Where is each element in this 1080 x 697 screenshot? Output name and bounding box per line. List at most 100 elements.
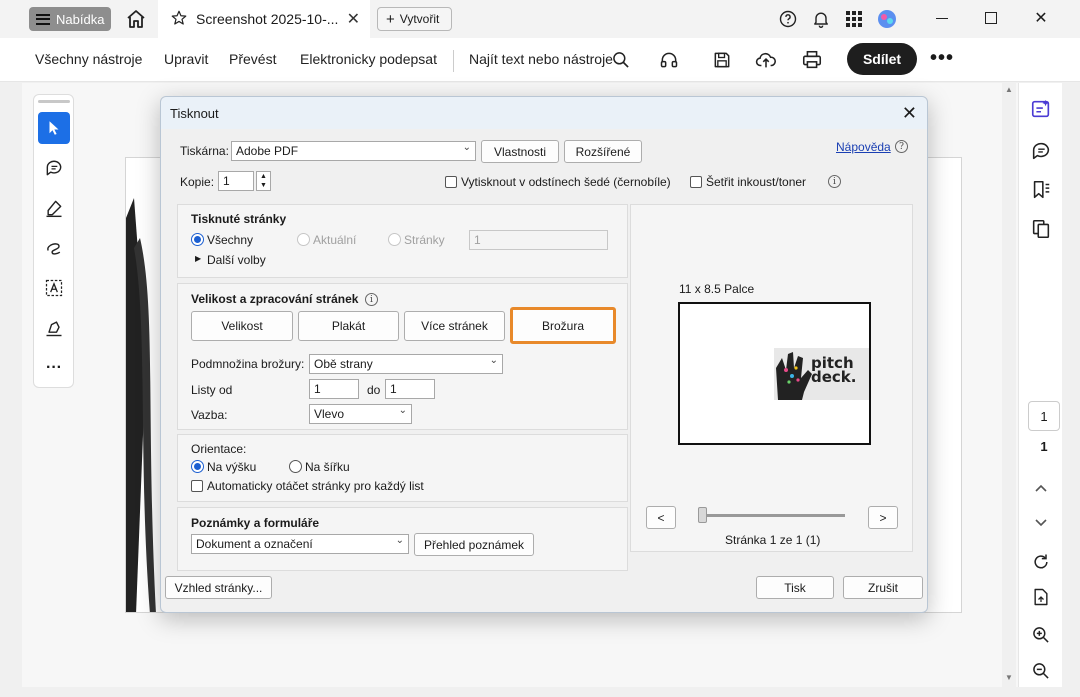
pages-range-radio[interactable] (388, 233, 401, 246)
star-icon[interactable] (170, 9, 188, 30)
portrait-label: Na výšku (207, 460, 257, 474)
help-link[interactable]: Nápověda (836, 140, 891, 154)
maximize-icon (985, 12, 997, 24)
more-options-link[interactable]: Další volby (207, 253, 266, 267)
print-icon[interactable] (800, 48, 824, 72)
bell-icon[interactable] (809, 7, 833, 31)
ai-assistant-icon[interactable] (1029, 97, 1053, 121)
preview-slider-thumb[interactable] (698, 507, 707, 523)
current-page-input[interactable]: 1 (1028, 401, 1060, 431)
page-setup-button[interactable]: Vzhled stránky... (165, 576, 272, 599)
printer-value: Adobe PDF (236, 144, 299, 158)
help-info-icon[interactable]: ? (895, 140, 908, 153)
comments-summary-button[interactable]: Přehled poznámek (414, 533, 534, 556)
previous-page-icon[interactable] (1029, 476, 1053, 500)
share-button[interactable]: Sdílet (847, 43, 917, 75)
booklet-subset-select[interactable]: Obě strany ⌄ (309, 354, 503, 374)
preview-next-button[interactable]: > (868, 506, 898, 529)
search-icon[interactable] (609, 48, 633, 72)
bookmark-panel-icon[interactable] (1029, 178, 1053, 202)
scroll-up-arrow-icon[interactable]: ▲ (1005, 85, 1013, 94)
sheets-to-input[interactable]: 1 (385, 379, 435, 399)
paper-size-label: 11 x 8.5 Palce (679, 282, 755, 296)
more-tools-icon[interactable]: ··· (38, 352, 70, 384)
save-ink-checkbox[interactable] (690, 176, 702, 188)
maximize-button[interactable] (976, 4, 1006, 32)
sign-menu[interactable]: Elektronicky podepsat (300, 51, 437, 67)
grayscale-label: Vytisknout v odstínech šedé (černobíle) (461, 175, 671, 189)
sign-tool-icon[interactable] (38, 312, 70, 344)
dialog-close-icon[interactable]: ✕ (902, 103, 917, 124)
rotate-icon[interactable] (1029, 550, 1053, 574)
sheets-from-input[interactable]: 1 (309, 379, 359, 399)
highlight-tool-icon[interactable] (38, 192, 70, 224)
more-options-icon[interactable]: ••• (930, 47, 954, 70)
find-tools-field[interactable]: Najít text nebo nástroje (469, 51, 613, 67)
all-tools-menu[interactable]: Všechny nástroje (35, 51, 142, 67)
apps-grid-icon[interactable] (842, 7, 866, 31)
new-tab-button[interactable]: + Vytvořit (377, 7, 452, 31)
expand-arrow-icon[interactable]: ▶ (195, 254, 201, 263)
document-tab[interactable]: Screenshot 2025-10-... ✕ (158, 0, 370, 38)
pages-current-radio[interactable] (297, 233, 310, 246)
zoom-in-icon[interactable] (1029, 623, 1053, 647)
scroll-down-arrow-icon[interactable]: ▼ (1005, 673, 1013, 682)
chevron-down-icon: ⌄ (395, 535, 404, 546)
comments-select[interactable]: Dokument a označení ⌄ (191, 534, 409, 554)
properties-button[interactable]: Vlastnosti (481, 140, 559, 163)
preview-logo: pitch deck. (774, 348, 869, 400)
preview-prev-button[interactable]: < (646, 506, 676, 529)
multiple-pages-button[interactable]: Více stránek (404, 311, 505, 341)
grayscale-checkbox[interactable] (445, 176, 457, 188)
binding-value: Vlevo (314, 407, 345, 421)
read-aloud-icon[interactable] (657, 48, 681, 72)
next-page-icon[interactable] (1029, 511, 1053, 535)
vertical-scrollbar[interactable]: ▲ ▼ (1002, 83, 1016, 687)
printer-select[interactable]: Adobe PDF ⌄ (231, 141, 476, 161)
pages-all-label: Všechny (207, 233, 254, 247)
close-window-button[interactable]: ✕ (1026, 4, 1056, 32)
cancel-button[interactable]: Zrušit (843, 576, 923, 599)
help-icon[interactable] (776, 7, 800, 31)
comments-panel-icon[interactable] (1029, 139, 1053, 163)
comment-tool-icon[interactable] (38, 152, 70, 184)
home-icon[interactable] (124, 7, 148, 31)
edit-menu[interactable]: Upravit (164, 51, 208, 67)
booklet-button[interactable]: Brožura (510, 307, 616, 344)
pages-all-radio[interactable] (191, 233, 204, 246)
dialog-title: Tisknout (170, 106, 219, 121)
sizing-info-icon[interactable]: i (365, 293, 378, 306)
landscape-radio[interactable] (289, 460, 302, 473)
copies-stepper[interactable]: ▲ ▼ (256, 171, 271, 191)
menu-button[interactable]: Nabídka (29, 7, 111, 31)
pages-range-input[interactable]: 1 (469, 230, 608, 250)
comments-group: Poznámky a formuláře Dokument a označení… (177, 507, 628, 571)
poster-button[interactable]: Plakát (298, 311, 399, 341)
convert-menu[interactable]: Převést (229, 51, 276, 67)
text-box-tool-icon[interactable] (38, 272, 70, 304)
title-bar: Nabídka Screenshot 2025-10-... ✕ + Vytvo… (0, 0, 1080, 38)
print-dialog: Tisknout ✕ Tiskárna: Adobe PDF ⌄ Vlastno… (160, 96, 928, 613)
select-tool-icon[interactable] (38, 112, 70, 144)
orientation-title: Orientace: (191, 442, 247, 456)
portrait-radio[interactable] (191, 460, 204, 473)
advanced-button[interactable]: Rozšířené (564, 140, 642, 163)
minimize-button[interactable] (927, 4, 957, 32)
drag-handle[interactable] (38, 100, 70, 103)
avatar[interactable] (875, 7, 899, 31)
save-icon[interactable] (710, 48, 734, 72)
auto-rotate-checkbox[interactable] (191, 480, 203, 492)
size-button[interactable]: Velikost (191, 311, 293, 341)
draw-tool-icon[interactable] (38, 232, 70, 264)
extract-page-icon[interactable] (1029, 585, 1053, 609)
copies-input[interactable]: 1 (218, 171, 254, 191)
binding-select[interactable]: Vlevo ⌄ (309, 404, 412, 424)
close-tab-icon[interactable]: ✕ (347, 9, 360, 29)
info-icon[interactable]: i (828, 175, 841, 188)
print-button[interactable]: Tisk (756, 576, 834, 599)
preview-slider-track[interactable] (703, 514, 845, 517)
upload-icon[interactable] (754, 48, 778, 72)
pages-group-title: Tisknuté stránky (191, 212, 287, 226)
zoom-out-icon[interactable] (1029, 659, 1053, 683)
pages-panel-icon[interactable] (1029, 217, 1053, 241)
